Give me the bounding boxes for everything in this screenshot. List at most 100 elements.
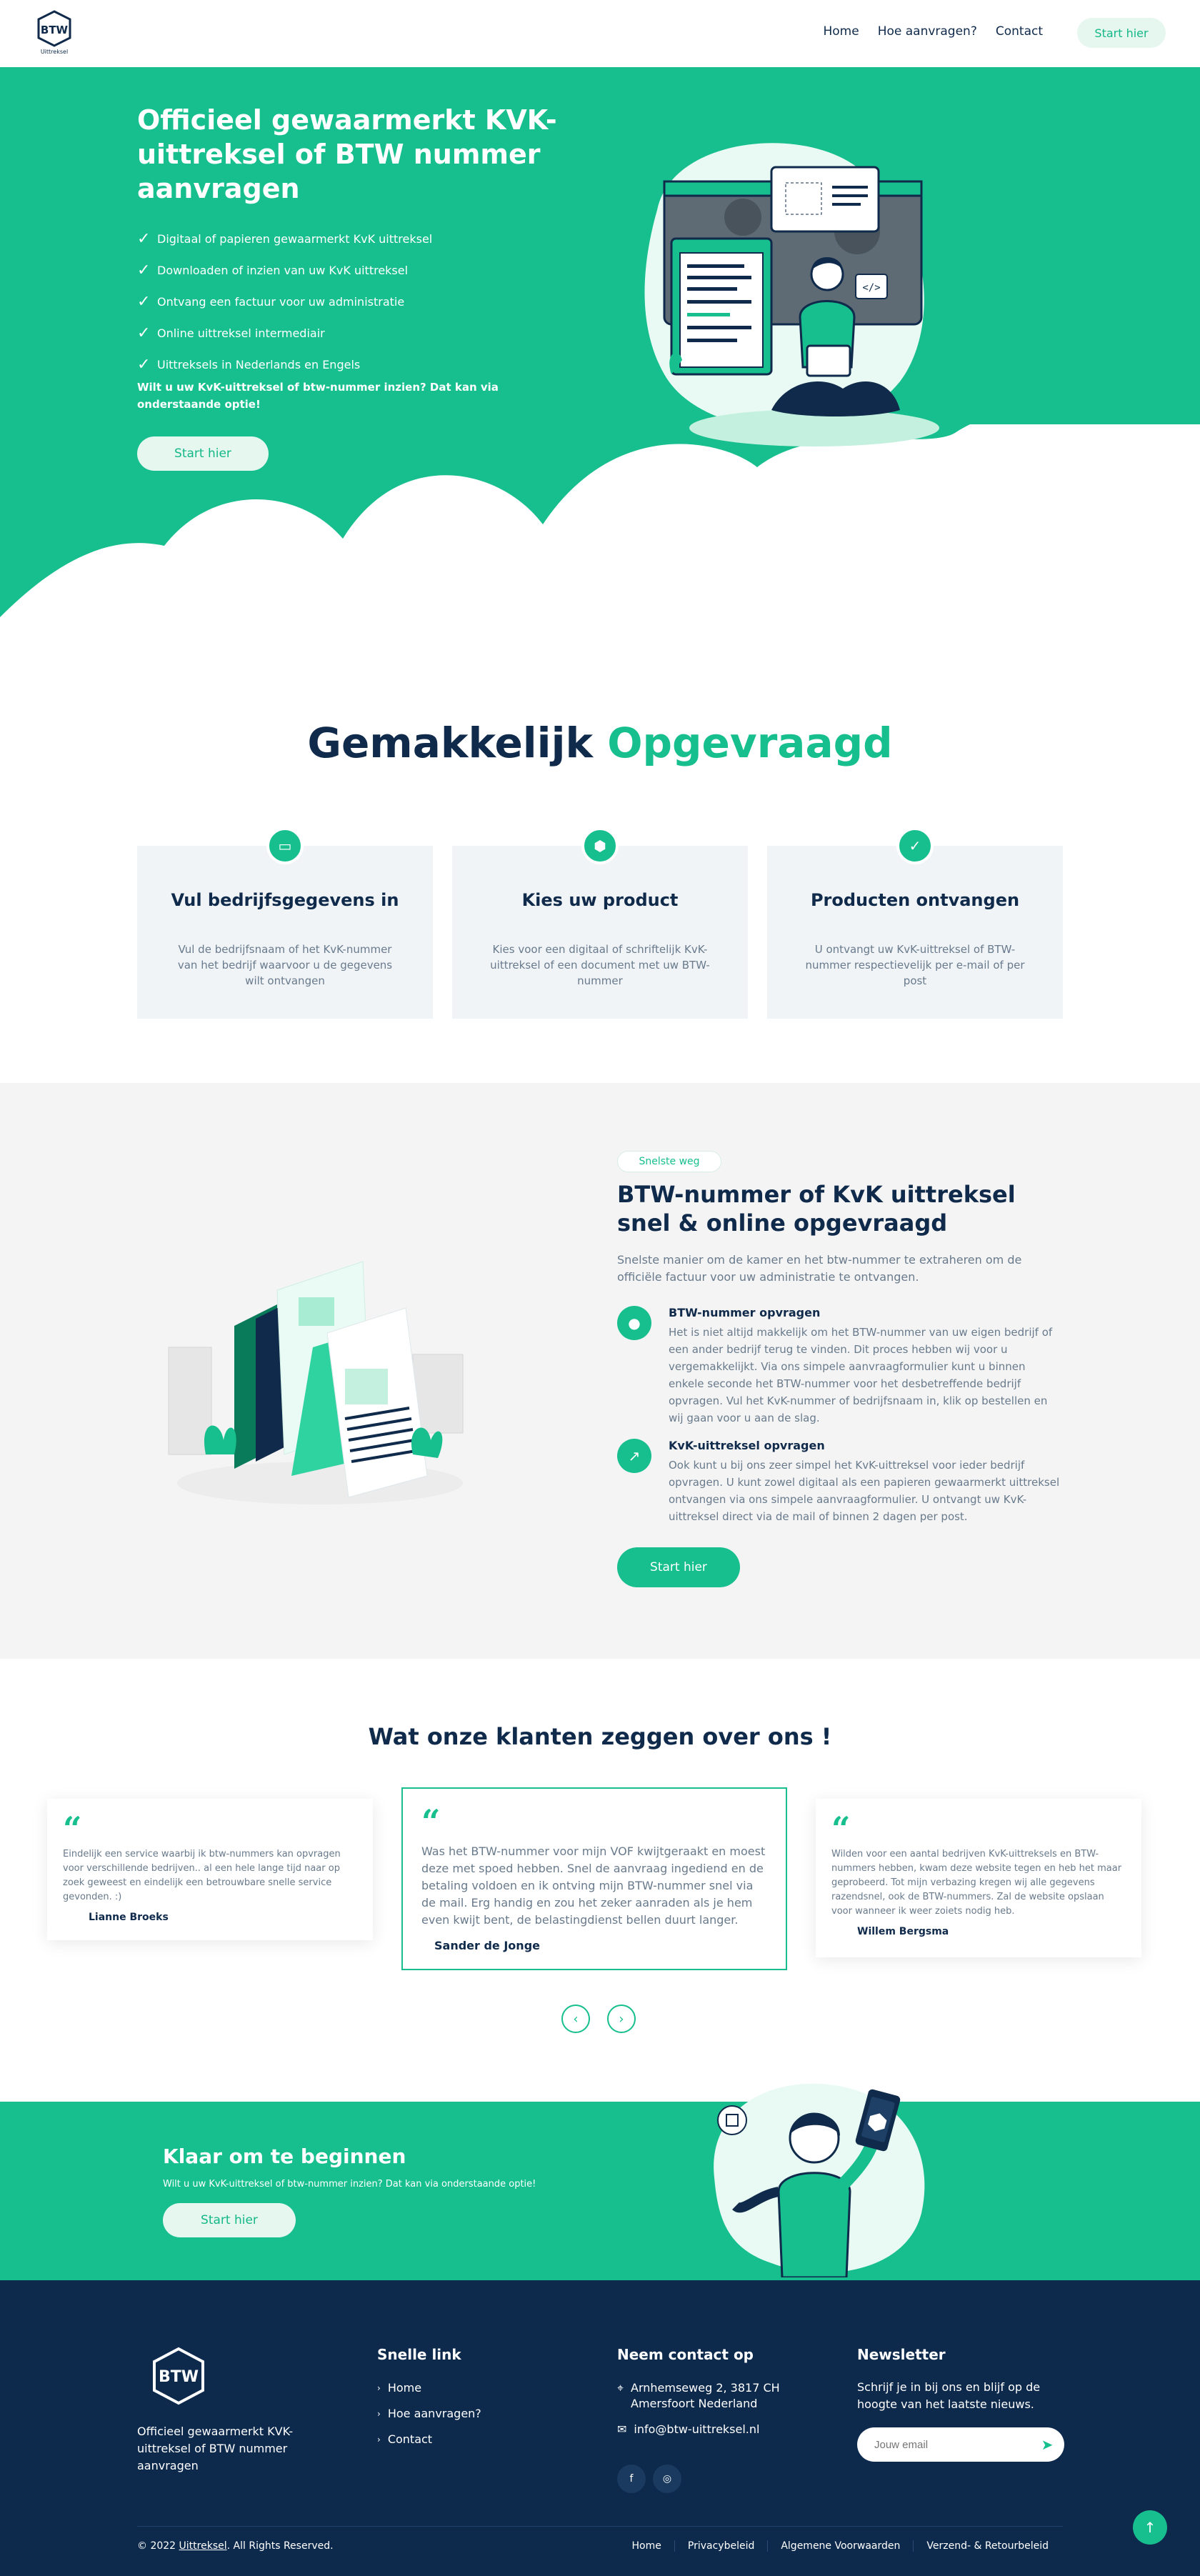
svg-text:</>: </>	[862, 282, 880, 294]
social-links: f ◎	[617, 2465, 681, 2493]
bottom-link-shipping-returns[interactable]: Verzend- & Retourbeleid	[913, 2540, 1061, 2552]
checkmark-icon: ✓	[137, 355, 151, 374]
map-pin-icon: ⌖	[617, 2381, 624, 2395]
nav-link-home[interactable]: Home	[823, 24, 859, 39]
footer-bottom-links: Home Privacybeleid Algemene Voorwaarden …	[619, 2540, 1061, 2552]
testimonial-text: Eindelijk een service waarbij ik btw-num…	[63, 1849, 341, 1902]
chart-icon: ↗	[617, 1439, 651, 1473]
testimonial-text: Was het BTW-nummer voor mijn VOF kwijtge…	[421, 1844, 766, 1927]
facebook-icon[interactable]: f	[617, 2465, 646, 2493]
feature-item: ● BTW-nummer opvragen Het is niet altijd…	[617, 1306, 1060, 1427]
testimonial-card: “ Eindelijk een service waarbij ik btw-n…	[47, 1799, 373, 1940]
checkmark-icon: ✓	[137, 229, 151, 248]
feature-start-button[interactable]: Start hier	[617, 1547, 740, 1587]
footer-divider	[137, 2526, 1063, 2527]
scroll-to-top-button[interactable]: ↑	[1133, 2510, 1167, 2545]
hero-question: Wilt u uw KvK-uittreksel of btw-nummer i…	[137, 381, 499, 411]
get-started-title: Klaar om te beginnen	[163, 2145, 406, 2168]
btw-logo[interactable]: BTW Uittreksel	[36, 10, 73, 56]
carousel-next-button[interactable]: ›	[607, 2005, 636, 2033]
step-card-text: Kies voor een digitaal of schriftelijk K…	[490, 943, 710, 987]
carousel-prev-button[interactable]: ‹	[561, 2005, 590, 2033]
footer-btw-logo[interactable]: BTW	[150, 2346, 207, 2410]
bottom-link-terms[interactable]: Algemene Voorwaarden	[767, 2540, 913, 2552]
svg-text:BTW: BTW	[41, 24, 69, 36]
fastest-way-badge: Snelste weg	[617, 1151, 721, 1172]
hero-start-button[interactable]: Start hier	[137, 436, 269, 471]
contact-details: ⌖ Arnhemseweg 2, 3817 CH Amersfoort Neder…	[617, 2380, 803, 2447]
quote-icon: “	[831, 1809, 851, 1848]
quote-icon: “	[421, 1802, 441, 1841]
testimonial-card: “ Wilden voor een aantal bedrijven KvK-u…	[816, 1799, 1141, 1957]
footer-link-home[interactable]: › Home	[377, 2380, 481, 2396]
hero-bullet: ✓ Ontvang een factuur voor uw administrat…	[137, 292, 405, 311]
feature-lead: Snelste manier om de kamer en het btw-nu…	[617, 1253, 1022, 1284]
hero-section: Officieel gewaarmerkt KVK-uittreksel of …	[0, 67, 1200, 654]
hero-title: Officieel gewaarmerkt KVK-uittreksel of …	[137, 104, 557, 204]
bottom-link-privacy[interactable]: Privacybeleid	[674, 2540, 767, 2552]
instagram-icon[interactable]: ◎	[653, 2465, 681, 2493]
get-started-text: Wilt u uw KvK-uittreksel of btw-nummer i…	[163, 2179, 536, 2190]
steps-section: Gemakkelijk Opgevraagd ▭ Vul bedrijfsgeg…	[0, 654, 1200, 1083]
get-started-section: Klaar om te beginnen Wilt u uw KvK-uittr…	[0, 2083, 1200, 2280]
testimonial-text: Wilden voor een aantal bedrijven KvK-uit…	[831, 1849, 1122, 1917]
quote-icon: “	[63, 1809, 82, 1848]
svg-text:Uittreksel: Uittreksel	[41, 49, 68, 55]
arrow-up-icon: ↑	[1144, 2519, 1156, 2536]
newsletter-form: ➤	[857, 2427, 1064, 2462]
hero-bullet: ✓ Downloaden of inzien van uw KvK uittrek…	[137, 261, 409, 279]
svg-text:BTW: BTW	[159, 2368, 199, 2386]
footer-link-contact[interactable]: › Contact	[377, 2432, 481, 2447]
hero-bullet: ✓ Online uittreksel intermediair	[137, 324, 325, 342]
step-card-title: Kies uw product	[521, 890, 679, 910]
contact-heading: Neem contact op	[617, 2346, 754, 2363]
feature-item-title: KvK-uittreksel opvragen	[669, 1439, 825, 1452]
developer-illustration: </>	[644, 143, 939, 446]
checkmark-icon: ✓	[137, 261, 151, 279]
testimonials-section: Wat onze klanten zeggen over ons ! “ Ein…	[0, 1659, 1200, 2102]
nav-links: Home Hoe aanvragen? Contact	[823, 24, 1043, 39]
brand-link[interactable]: Uittreksel	[179, 2540, 227, 2552]
feature-item-title: BTW-nummer opvragen	[669, 1306, 821, 1319]
step-card-title: Vul bedrijfsgegevens in	[171, 890, 399, 910]
nav-link-contact[interactable]: Contact	[996, 24, 1043, 39]
chevron-right-icon: ›	[377, 2435, 381, 2445]
step-card: ⬢ Kies uw product Kies voor een digitaal…	[452, 827, 748, 1019]
address: ⌖ Arnhemseweg 2, 3817 CH Amersfoort Neder…	[617, 2381, 780, 2410]
testimonial-card-active: “ Was het BTW-nummer voor mijn VOF kwijt…	[401, 1787, 787, 1970]
newsletter-email-input[interactable]	[857, 2438, 1030, 2451]
footer-link-how-to-apply[interactable]: › Hoe aanvragen?	[377, 2406, 481, 2422]
chevron-right-icon: ›	[377, 2383, 381, 2393]
hero-bullet-list: ✓ Digitaal of papieren gewaarmerkt KvK ui…	[137, 223, 432, 380]
step-card-text: U ontvangt uw KvK-uittreksel of BTW-numm…	[805, 943, 1025, 987]
quick-links-list: › Home › Hoe aanvragen? › Contact	[377, 2380, 481, 2457]
chevron-right-icon: ›	[377, 2409, 381, 2419]
checkmark-icon: ✓	[137, 324, 151, 342]
checkmark-icon: ✓	[137, 292, 151, 311]
check-icon: ✓	[896, 827, 934, 864]
nav-link-how-to-apply[interactable]: Hoe aanvragen?	[878, 24, 977, 39]
get-started-button[interactable]: Start hier	[163, 2203, 296, 2237]
hero-bullet: ✓ Uittreksels in Nederlands en Engels	[137, 355, 361, 374]
newsletter-heading: Newsletter	[857, 2346, 946, 2363]
user-icon: ●	[617, 1306, 651, 1340]
nav-start-button[interactable]: Start hier	[1077, 18, 1166, 48]
step-card-title: Producten ontvangen	[810, 890, 1020, 910]
bottom-link-home[interactable]: Home	[619, 2540, 674, 2552]
send-icon[interactable]: ➤	[1030, 2436, 1064, 2453]
footer-tagline: Officieel gewaarmerkt KVK-uittreksel of …	[137, 2425, 294, 2472]
feature-item: ↗ KvK-uittreksel opvragen Ook kunt u bij…	[617, 1439, 1060, 1525]
monitor-icon: ▭	[266, 827, 304, 864]
feature-section: Snelste weg BTW-nummer of KvK uittreksel…	[0, 1083, 1200, 1659]
feature-item-text: Ook kunt u bij ons zeer simpel het KvK-u…	[669, 1459, 1060, 1523]
email-link[interactable]: ✉ info@btw-uittreksel.nl	[617, 2422, 803, 2437]
envelope-icon: ✉	[617, 2422, 627, 2436]
feature-title: BTW-nummer of KvK uittreksel snel & onli…	[617, 1181, 1016, 1237]
quick-links-heading: Snelle link	[377, 2346, 461, 2363]
step-card: ✓ Producten ontvangen U ontvangt uw KvK-…	[767, 827, 1063, 1019]
testimonial-author: Willem Bergsma	[857, 1926, 949, 1937]
documents-illustration	[168, 1261, 464, 1504]
newsletter-text: Schrijf je in bij ons en blijf op de hoo…	[857, 2380, 1041, 2411]
testimonial-author: Lianne Broeks	[89, 1912, 169, 1923]
site-footer: BTW Officieel gewaarmerkt KVK-uittreksel…	[0, 2280, 1200, 2576]
